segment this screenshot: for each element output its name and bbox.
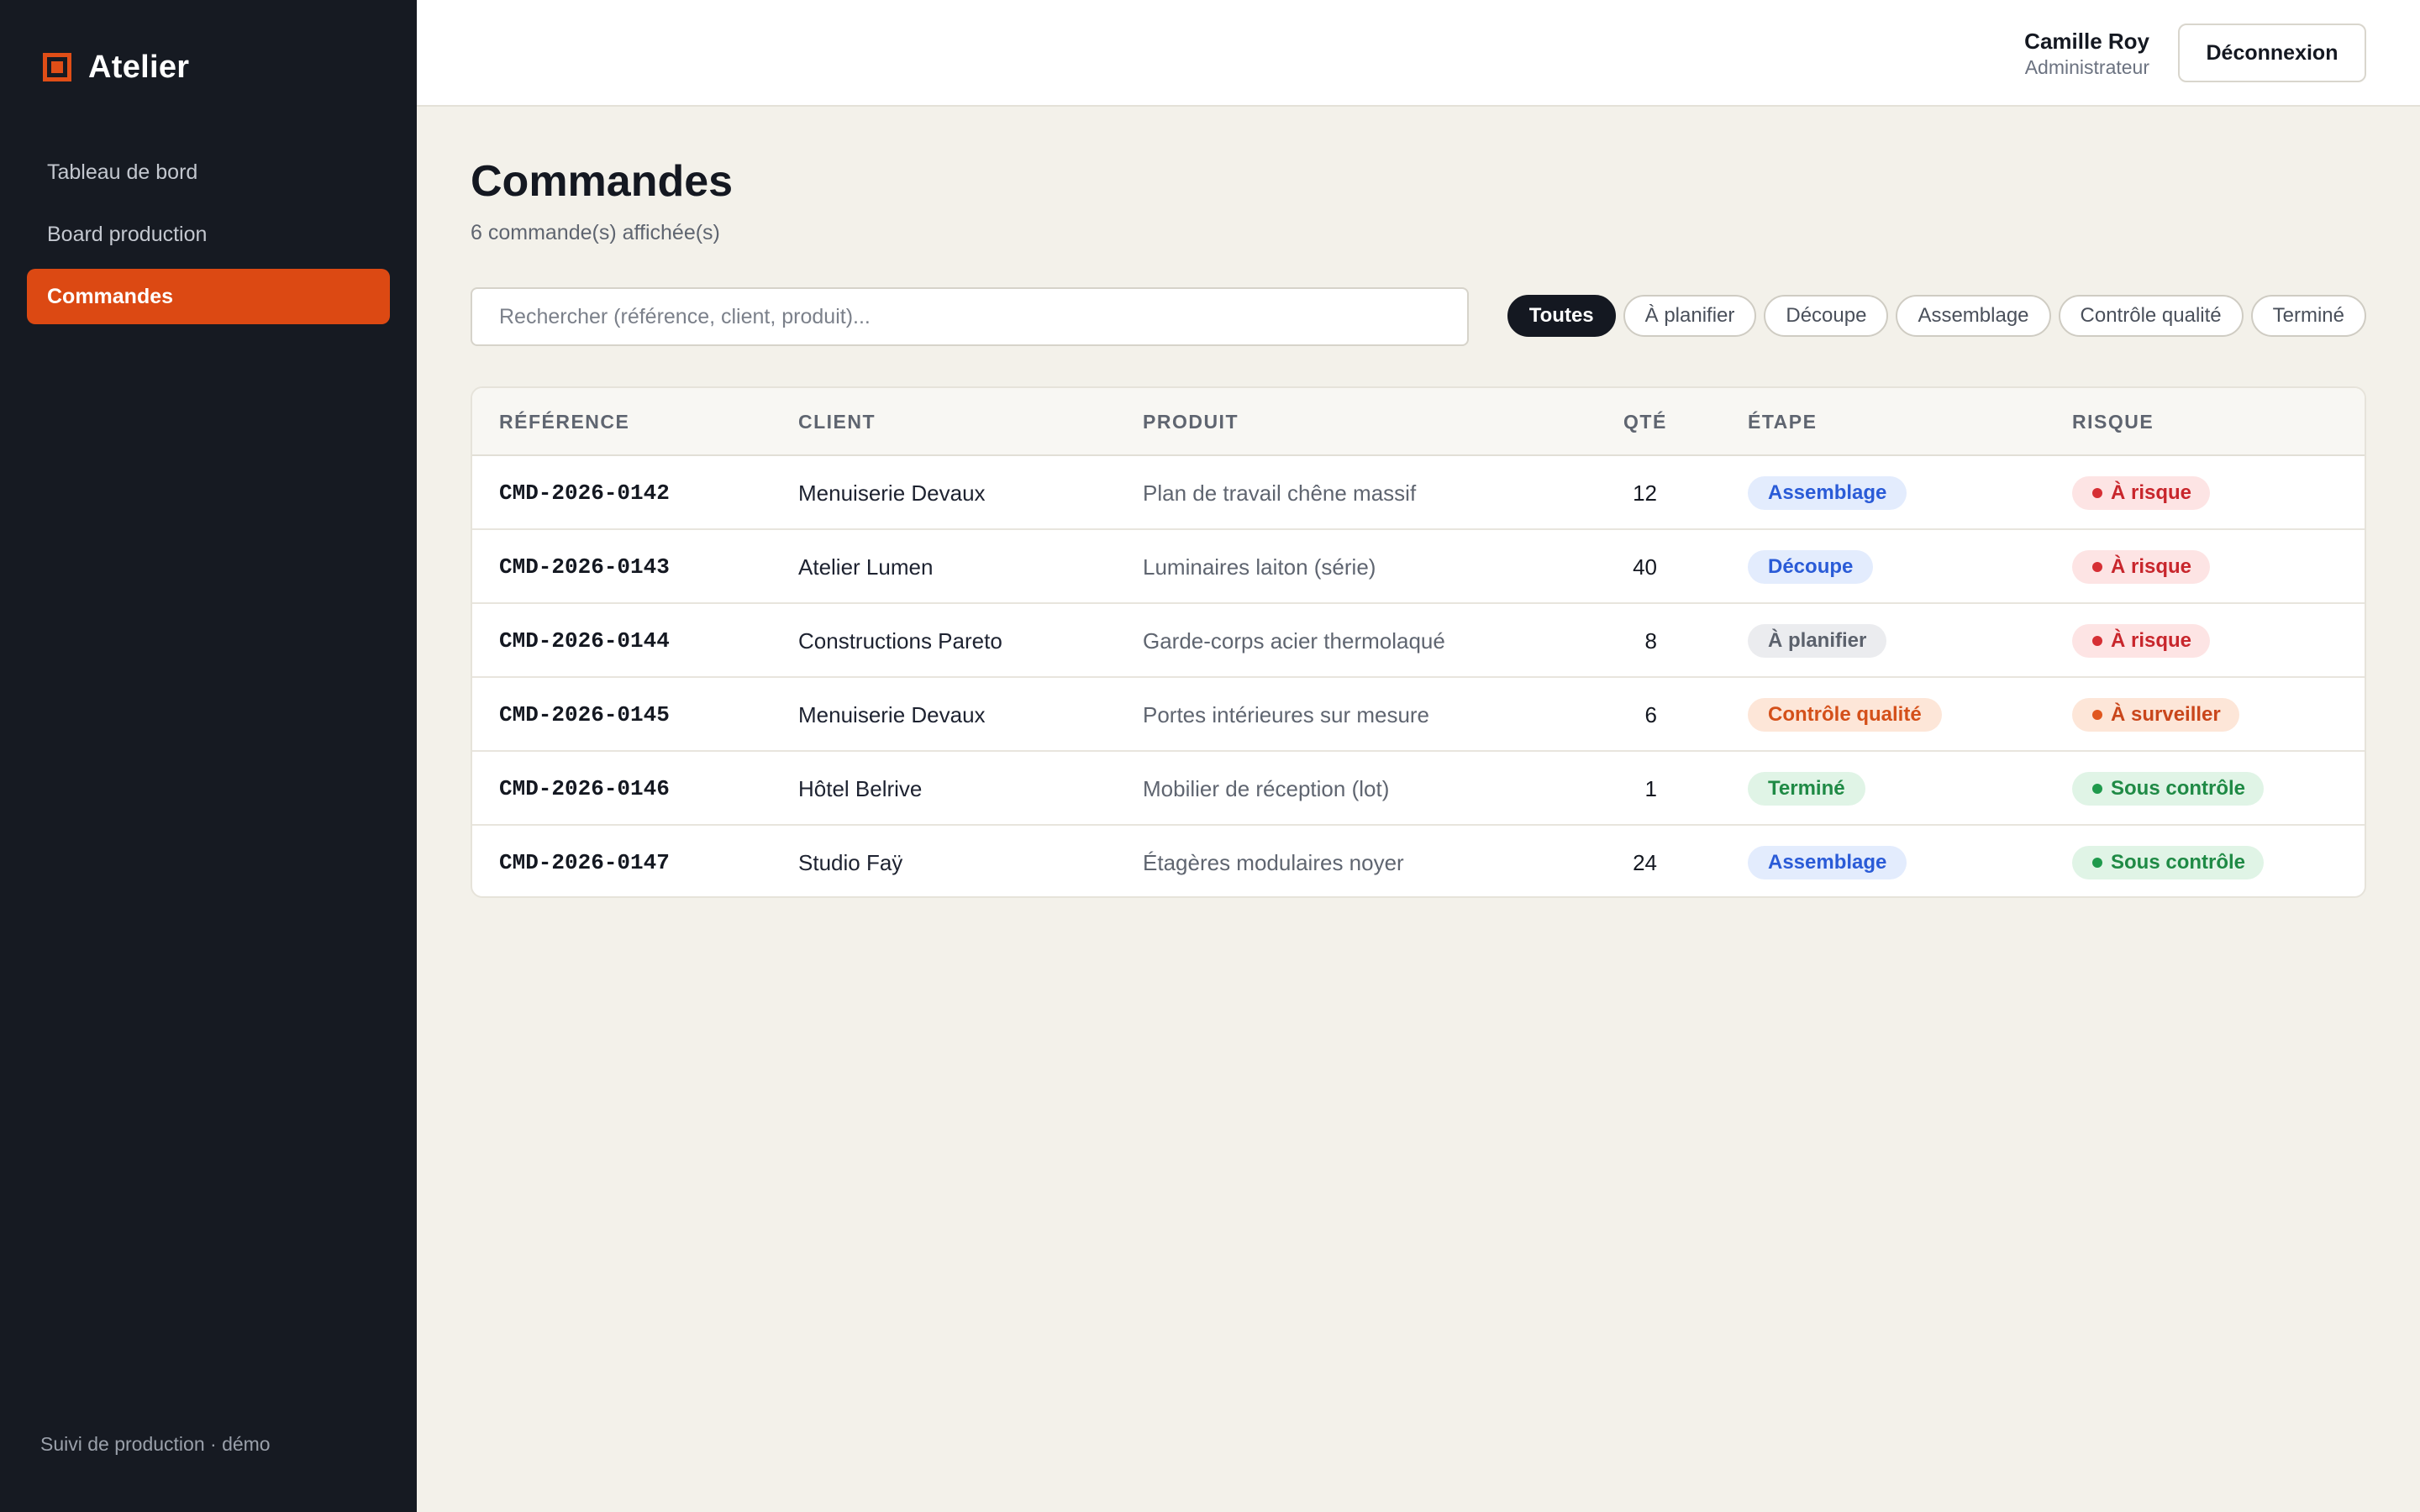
order-quantity: 12: [1633, 480, 1657, 506]
filter-chip-termine[interactable]: Terminé: [2250, 295, 2366, 337]
sidebar-item-label: Board production: [47, 222, 208, 246]
sidebar-item-label: Tableau de bord: [47, 160, 198, 184]
table-body: CMD-2026-0142 Menuiserie Devaux Plan de …: [472, 456, 2365, 896]
filter-chip-controle-qualite[interactable]: Contrôle qualité: [2058, 295, 2244, 337]
sidebar-item-commandes[interactable]: Commandes: [27, 269, 390, 324]
risk-label: À risque: [2111, 629, 2192, 652]
stage-badge: À planifier: [1748, 624, 1887, 658]
stage-badge: Assemblage: [1748, 846, 1907, 879]
user-info: Camille Roy Administrateur: [2024, 27, 2149, 79]
sidebar: Atelier Tableau de bord Board production…: [0, 0, 417, 1512]
column-header-risque[interactable]: RISQUE: [2072, 388, 2154, 456]
order-client: Studio Faÿ: [798, 849, 903, 875]
sidebar-nav: Tableau de bord Board production Command…: [27, 144, 390, 331]
column-header-client[interactable]: CLIENT: [798, 388, 876, 456]
column-header-produit[interactable]: PRODUIT: [1143, 388, 1239, 456]
order-reference: CMD-2026-0142: [499, 480, 670, 506]
column-header-reference[interactable]: RÉFÉRENCE: [499, 388, 629, 456]
user-role: Administrateur: [2024, 56, 2149, 78]
stage-badge: Découpe: [1748, 550, 1874, 584]
user-name: Camille Roy: [2024, 29, 2149, 54]
orders-table: RÉFÉRENCE CLIENT PRODUIT QTÉ ÉTAPE RISQU…: [471, 386, 2366, 898]
order-quantity: 24: [1633, 849, 1657, 875]
risk-label: À surveiller: [2111, 703, 2221, 726]
logo-square-icon: [43, 53, 71, 81]
stage-badge: Assemblage: [1748, 476, 1907, 510]
table-row[interactable]: CMD-2026-0146 Hôtel Belrive Mobilier de …: [472, 752, 2365, 826]
order-reference: CMD-2026-0145: [499, 702, 670, 727]
risk-dot-icon: [2092, 710, 2102, 720]
table-row[interactable]: CMD-2026-0144 Constructions Pareto Garde…: [472, 604, 2365, 678]
order-reference: CMD-2026-0144: [499, 628, 670, 654]
risk-dot-icon: [2092, 784, 2102, 794]
risk-dot-icon: [2092, 858, 2102, 868]
risk-dot-icon: [2092, 636, 2102, 646]
page-title: Commandes: [471, 157, 734, 206]
order-client: Atelier Lumen: [798, 554, 934, 580]
topbar: Camille Roy Administrateur Déconnexion: [417, 0, 2420, 107]
stage-badge: Terminé: [1748, 772, 1865, 806]
order-reference: CMD-2026-0143: [499, 554, 670, 580]
logout-button[interactable]: Déconnexion: [2178, 24, 2366, 82]
order-client: Constructions Pareto: [798, 627, 1002, 654]
order-quantity: 8: [1644, 627, 1657, 654]
order-product: Portes intérieures sur mesure: [1143, 701, 1430, 727]
brand[interactable]: Atelier: [43, 47, 189, 87]
risk-badge: Sous contrôle: [2072, 772, 2265, 806]
order-reference: CMD-2026-0146: [499, 776, 670, 801]
column-header-qte[interactable]: QTÉ: [1623, 388, 1667, 456]
order-reference: CMD-2026-0147: [499, 850, 670, 875]
risk-dot-icon: [2092, 488, 2102, 498]
order-product: Étagères modulaires noyer: [1143, 849, 1404, 875]
risk-badge: À risque: [2072, 624, 2211, 658]
table-row[interactable]: CMD-2026-0143 Atelier Lumen Luminaires l…: [472, 530, 2365, 604]
sidebar-footer: Suivi de production · démo: [40, 1433, 271, 1455]
risk-badge: À risque: [2072, 476, 2211, 510]
stage-badge: Contrôle qualité: [1748, 698, 1942, 732]
risk-label: Sous contrôle: [2111, 777, 2246, 800]
column-header-etape[interactable]: ÉTAPE: [1748, 388, 1817, 456]
filter-chip-decoupe[interactable]: Découpe: [1764, 295, 1889, 337]
risk-badge: À risque: [2072, 550, 2211, 584]
sidebar-item-label: Commandes: [47, 284, 174, 308]
order-quantity: 6: [1644, 701, 1657, 727]
risk-label: Sous contrôle: [2111, 851, 2246, 874]
order-product: Mobilier de réception (lot): [1143, 775, 1390, 801]
table-row[interactable]: CMD-2026-0147 Studio Faÿ Étagères modula…: [472, 826, 2365, 896]
stage-filters: Toutes À planifier Découpe Assemblage Co…: [1507, 295, 2366, 337]
order-quantity: 1: [1644, 775, 1657, 801]
risk-label: À risque: [2111, 481, 2192, 504]
risk-label: À risque: [2111, 555, 2192, 578]
risk-badge: Sous contrôle: [2072, 846, 2265, 879]
order-quantity: 40: [1633, 554, 1657, 580]
sidebar-item-tableau-de-bord[interactable]: Tableau de bord: [27, 144, 390, 200]
filter-chip-assemblage[interactable]: Assemblage: [1896, 295, 2051, 337]
app-name: Atelier: [88, 49, 190, 85]
risk-dot-icon: [2092, 562, 2102, 572]
page-subtitle: 6 commande(s) affichée(s): [471, 221, 720, 244]
sidebar-item-board-production[interactable]: Board production: [27, 207, 390, 262]
table-row[interactable]: CMD-2026-0145 Menuiserie Devaux Portes i…: [472, 678, 2365, 752]
order-client: Menuiserie Devaux: [798, 701, 986, 727]
risk-badge: À surveiller: [2072, 698, 2239, 732]
order-product: Luminaires laiton (série): [1143, 554, 1376, 580]
order-client: Hôtel Belrive: [798, 775, 923, 801]
table-header: RÉFÉRENCE CLIENT PRODUIT QTÉ ÉTAPE RISQU…: [472, 388, 2365, 456]
filter-chip-toutes[interactable]: Toutes: [1507, 295, 1616, 337]
search-input[interactable]: [471, 287, 1469, 346]
order-product: Garde-corps acier thermolaqué: [1143, 627, 1445, 654]
order-client: Menuiserie Devaux: [798, 480, 986, 506]
filter-chip-a-planifier[interactable]: À planifier: [1623, 295, 1757, 337]
order-product: Plan de travail chêne massif: [1143, 480, 1417, 506]
table-row[interactable]: CMD-2026-0142 Menuiserie Devaux Plan de …: [472, 456, 2365, 530]
